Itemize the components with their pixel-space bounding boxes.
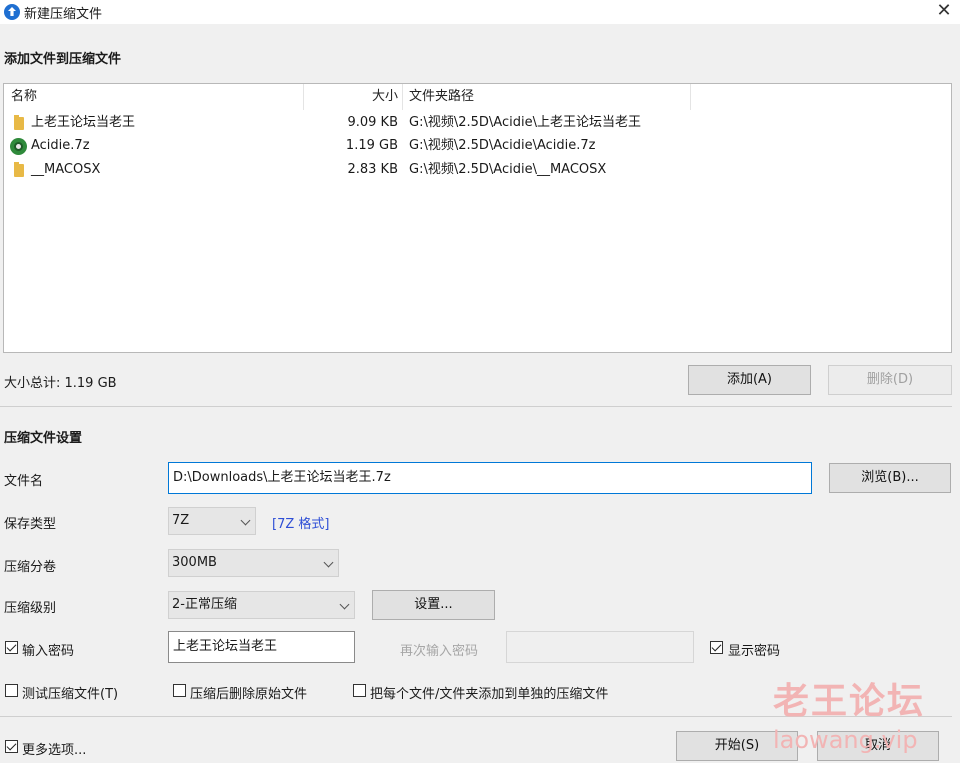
file-list[interactable]: 名称 大小 文件夹路径 上老王论坛当老王 9.09 KB G:\视频\2.5D\… <box>3 83 952 353</box>
folder-icon <box>14 162 24 177</box>
level-value: 2-正常压缩 <box>172 597 237 612</box>
password-checkbox[interactable] <box>5 641 18 654</box>
settings-section-title: 压缩文件设置 <box>4 431 83 446</box>
filename-label: 文件名 <box>4 474 44 489</box>
7z-archive-icon <box>10 138 27 155</box>
delete-button[interactable]: 删除(D) <box>828 365 952 395</box>
row-path: G:\视频\2.5D\Acidie\Acidie.7z <box>409 138 596 153</box>
password-confirm-input[interactable] <box>506 631 694 663</box>
window-title: 新建压缩文件 <box>24 7 103 22</box>
separate-archives-label: 把每个文件/文件夹添加到单独的压缩文件 <box>370 687 609 702</box>
level-label: 压缩级别 <box>4 601 57 616</box>
row-size: 9.09 KB <box>347 115 398 130</box>
watermark-url: laowang.vip <box>773 726 918 754</box>
split-value: 300MB <box>172 555 217 570</box>
show-password-checkbox[interactable] <box>710 641 723 654</box>
list-row[interactable]: Acidie.7z 1.19 GB G:\视频\2.5D\Acidie\Acid… <box>4 134 951 158</box>
add-button[interactable]: 添加(A) <box>688 365 811 395</box>
column-header-name[interactable]: 名称 <box>11 84 37 110</box>
total-size-text: 大小总计: 1.19 GB <box>4 376 117 391</box>
delete-after-label: 压缩后删除原始文件 <box>190 687 308 702</box>
save-type-select[interactable]: 7Z <box>168 507 256 535</box>
more-options-checkbox[interactable] <box>5 740 18 753</box>
show-password-label: 显示密码 <box>728 644 781 659</box>
row-name: __MACOSX <box>31 162 101 177</box>
save-type-label: 保存类型 <box>4 517 57 532</box>
settings-button[interactable]: 设置... <box>372 590 495 620</box>
level-select[interactable]: 2-正常压缩 <box>168 591 355 619</box>
format-link[interactable]: [7Z 格式] <box>272 513 329 532</box>
save-type-value: 7Z <box>172 513 190 528</box>
column-separator[interactable] <box>690 84 691 110</box>
password-input[interactable]: 上老王论坛当老王 <box>168 631 355 663</box>
filename-input[interactable]: D:\Downloads\上老王论坛当老王.7z <box>168 462 812 494</box>
close-button[interactable]: ✕ <box>928 0 960 24</box>
folder-icon <box>14 115 24 130</box>
row-path: G:\视频\2.5D\Acidie\__MACOSX <box>409 162 607 177</box>
row-path: G:\视频\2.5D\Acidie\上老王论坛当老王 <box>409 115 641 130</box>
password-confirm-label: 再次输入密码 <box>400 644 479 659</box>
add-section-title: 添加文件到压缩文件 <box>4 52 122 67</box>
column-header-path[interactable]: 文件夹路径 <box>409 84 474 110</box>
delete-after-checkbox[interactable] <box>173 684 186 697</box>
column-header-size[interactable]: 大小 <box>304 84 398 110</box>
row-size: 2.83 KB <box>347 162 398 177</box>
chevron-down-icon <box>323 557 334 568</box>
split-select[interactable]: 300MB <box>168 549 339 577</box>
separate-archives-checkbox[interactable] <box>353 684 366 697</box>
list-row[interactable]: 上老王论坛当老王 9.09 KB G:\视频\2.5D\Acidie\上老王论坛… <box>4 111 951 135</box>
column-separator[interactable] <box>402 84 403 110</box>
watermark-text: 老王论坛 <box>773 681 926 722</box>
more-options-label: 更多选项... <box>22 743 87 758</box>
title-bar <box>0 0 960 24</box>
test-archive-checkbox[interactable] <box>5 684 18 697</box>
test-archive-label: 测试压缩文件(T) <box>22 687 119 702</box>
app-icon <box>4 4 20 20</box>
list-header: 名称 大小 文件夹路径 <box>4 84 951 110</box>
list-row[interactable]: __MACOSX 2.83 KB G:\视频\2.5D\Acidie\__MAC… <box>4 158 951 182</box>
row-size: 1.19 GB <box>345 138 398 153</box>
split-label: 压缩分卷 <box>4 560 57 575</box>
browse-button[interactable]: 浏览(B)... <box>829 463 951 493</box>
password-label: 输入密码 <box>22 644 75 659</box>
row-name: Acidie.7z <box>31 138 90 153</box>
chevron-down-icon <box>240 515 251 526</box>
row-name: 上老王论坛当老王 <box>31 115 136 130</box>
section-divider <box>0 406 952 407</box>
chevron-down-icon <box>339 599 350 610</box>
